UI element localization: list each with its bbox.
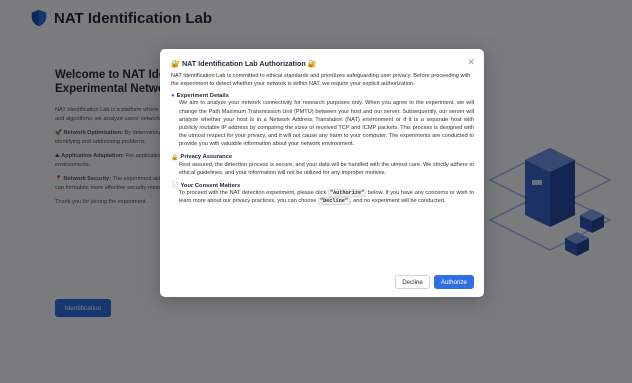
consent-section: 📄 Your Consent Matters To proceed with t… [171,182,474,206]
section-body: We aim to analyze your network connectiv… [179,100,474,148]
decline-keyword: "Decline" [317,197,351,206]
dialog-title: 🔐 NAT Identification Lab Authorization 🔐 [171,59,474,68]
dialog-title-text: NAT Identification Lab Authorization [181,59,306,68]
authorization-dialog: ✕ 🔐 NAT Identification Lab Authorization… [160,49,484,297]
lock-icon: 🔐 [307,59,317,68]
section-title-text: Privacy Assurance [180,154,233,161]
info-icon: ● [171,93,175,100]
section-body: Rest assured, the detection process is s… [179,161,474,176]
section-title: 🔒 Privacy Assurance [171,154,474,161]
consent-text: , and no experiment will be conducted. [350,198,446,205]
decline-button[interactable]: Decline [395,275,430,289]
privacy-assurance-section: 🔒 Privacy Assurance Rest assured, the de… [171,154,474,177]
close-icon[interactable]: ✕ [467,57,475,68]
lock-icon: 🔒 [171,154,179,161]
authorize-button[interactable]: Authorize [433,275,474,289]
lock-icon: 🔐 [171,59,180,68]
section-title: 📄 Your Consent Matters [171,182,474,190]
section-title-text: Your Consent Matters [180,182,241,189]
experiment-details-section: ● Experiment Details We aim to analyze y… [171,93,474,148]
dialog-intro: NAT Identification Lab is committed to e… [171,73,471,88]
section-body: To proceed with the NAT detection experi… [171,189,474,206]
authorize-keyword: "Authorize" [327,189,367,198]
consent-text: To proceed with the NAT detection experi… [179,190,328,197]
dialog-actions: Decline Authorize [395,275,474,289]
document-icon: 📄 [171,183,179,190]
